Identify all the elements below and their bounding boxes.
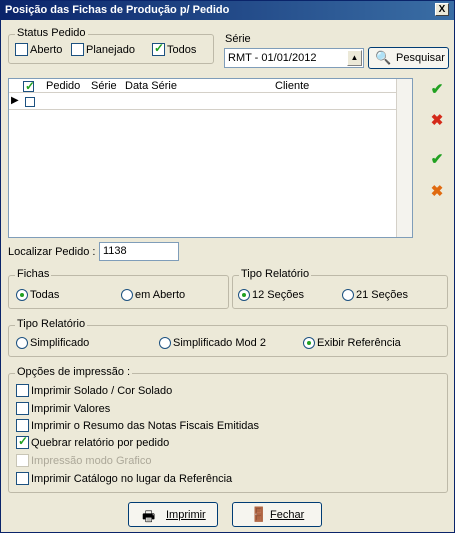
imprimir-resumo-option[interactable]: Imprimir o Resumo das Notas Fiscais Emit… xyxy=(16,419,259,432)
serie-label: Série xyxy=(225,33,251,45)
search-button-label: Pesquisar xyxy=(396,52,445,64)
delete-icon[interactable]: ✖ xyxy=(427,111,447,131)
opcoes-impressao-label: Opções de impressão : xyxy=(15,366,133,378)
column-data-serie[interactable]: Data Série xyxy=(125,80,177,92)
magnifier-icon: 🔍 xyxy=(375,50,392,65)
fichas-todas-option[interactable]: Todas xyxy=(16,289,59,302)
column-serie[interactable]: Série xyxy=(91,80,117,92)
door-icon: 🚪 xyxy=(250,506,268,522)
imprimir-catalogo-option[interactable]: Imprimir Catálogo no lugar da Referência xyxy=(16,472,232,485)
secoes-12-option[interactable]: 12 Seções xyxy=(238,289,304,302)
printer-icon: 🖶 xyxy=(142,508,156,524)
status-aberto-option[interactable]: Aberto xyxy=(15,43,62,56)
localizar-label: Localizar Pedido : xyxy=(8,246,96,258)
exit-button-label: Fechar xyxy=(270,509,305,521)
deselect-all-icon[interactable]: ✖ xyxy=(427,182,447,202)
column-pedido[interactable]: Pedido xyxy=(46,80,80,92)
fichas-aberto-option[interactable]: em Aberto xyxy=(121,289,185,302)
tipo-relatorio-secoes-group: Tipo Relatório 12 Seções 21 Seções xyxy=(232,268,448,309)
fichas-label: Fichas xyxy=(15,268,52,280)
confirm-icon[interactable]: ✔ xyxy=(427,80,447,100)
grid-header: Pedido Série Data Série Cliente xyxy=(9,79,398,93)
dialog-window: Posição das Fichas de Produção p/ Pedido… xyxy=(0,0,455,533)
status-todos-option[interactable]: Todos xyxy=(152,41,196,56)
chevron-down-icon[interactable]: ▲ xyxy=(347,50,362,66)
print-button-label: Imprimir xyxy=(166,509,206,521)
fichas-aberto-radio[interactable] xyxy=(121,289,133,302)
search-button[interactable]: 🔍 Pesquisar xyxy=(368,47,449,69)
imprimir-solado-option[interactable]: Imprimir Solado / Cor Solado xyxy=(16,384,172,397)
imprimir-catalogo-checkbox[interactable] xyxy=(16,472,29,485)
close-window-button[interactable]: X xyxy=(435,3,449,16)
status-planejado-checkbox[interactable] xyxy=(71,43,84,56)
imprimir-solado-checkbox[interactable] xyxy=(16,384,29,397)
tipo-relatorio-formato-group: Tipo Relatório Simplificado Simplificado… xyxy=(8,318,448,357)
impressao-grafico-checkbox xyxy=(16,454,29,467)
exit-button[interactable]: 🚪 Fechar xyxy=(232,502,322,527)
imprimir-valores-option[interactable]: Imprimir Valores xyxy=(16,402,110,415)
select-all-icon[interactable]: ✔​ xyxy=(427,150,447,170)
quebrar-relatorio-checkbox[interactable] xyxy=(16,434,29,449)
secoes-21-option[interactable]: 21 Seções xyxy=(342,289,408,302)
serie-select[interactable]: RMT - 01/01/2012 ▲ xyxy=(224,48,364,68)
window-title: Posição das Fichas de Produção p/ Pedido xyxy=(5,4,230,16)
tipo-relatorio-secoes-label: Tipo Relatório xyxy=(239,268,312,280)
tipo-relatorio-formato-label: Tipo Relatório xyxy=(15,318,88,330)
status-pedido-label: Status Pedido xyxy=(15,27,88,39)
secoes-21-radio[interactable] xyxy=(342,289,354,302)
grid-scrollbar[interactable] xyxy=(396,79,412,237)
serie-value: RMT - 01/01/2012 xyxy=(228,52,317,64)
fichas-todas-radio[interactable] xyxy=(16,289,28,302)
table-row[interactable]: ▶ xyxy=(9,94,398,110)
status-todos-checkbox[interactable] xyxy=(152,41,165,56)
simplificado-mod2-option[interactable]: Simplificado Mod 2 xyxy=(159,337,266,350)
impressao-grafico-option: Impressão modo Grafico xyxy=(16,454,151,467)
orders-grid[interactable]: Pedido Série Data Série Cliente ▶ xyxy=(8,78,413,238)
imprimir-resumo-checkbox[interactable] xyxy=(16,419,29,432)
status-aberto-checkbox[interactable] xyxy=(15,43,28,56)
status-planejado-option[interactable]: Planejado xyxy=(71,43,135,56)
simplificado-mod2-radio[interactable] xyxy=(159,337,171,350)
status-pedido-group: Status Pedido Aberto Planejado Todos xyxy=(8,27,214,64)
secoes-12-radio[interactable] xyxy=(238,289,250,302)
title-bar[interactable]: Posição das Fichas de Produção p/ Pedido… xyxy=(1,1,454,20)
row-pointer-icon: ▶ xyxy=(11,95,19,106)
column-cliente[interactable]: Cliente xyxy=(275,80,309,92)
quebrar-relatorio-option[interactable]: Quebrar relatório por pedido xyxy=(16,434,169,449)
fichas-group: Fichas Todas em Aberto xyxy=(8,268,229,309)
imprimir-valores-checkbox[interactable] xyxy=(16,402,29,415)
exibir-referencia-radio[interactable] xyxy=(303,337,315,350)
simplificado-option[interactable]: Simplificado xyxy=(16,337,89,350)
simplificado-radio[interactable] xyxy=(16,337,28,350)
exibir-referencia-option[interactable]: Exibir Referência xyxy=(303,337,401,350)
print-button[interactable]: 🖶 Imprimir xyxy=(128,502,218,527)
opcoes-impressao-group: Opções de impressão : Imprimir Solado / … xyxy=(8,366,448,493)
row-checkbox[interactable] xyxy=(25,96,35,108)
localizar-pedido-input[interactable]: 1138 xyxy=(99,242,179,261)
